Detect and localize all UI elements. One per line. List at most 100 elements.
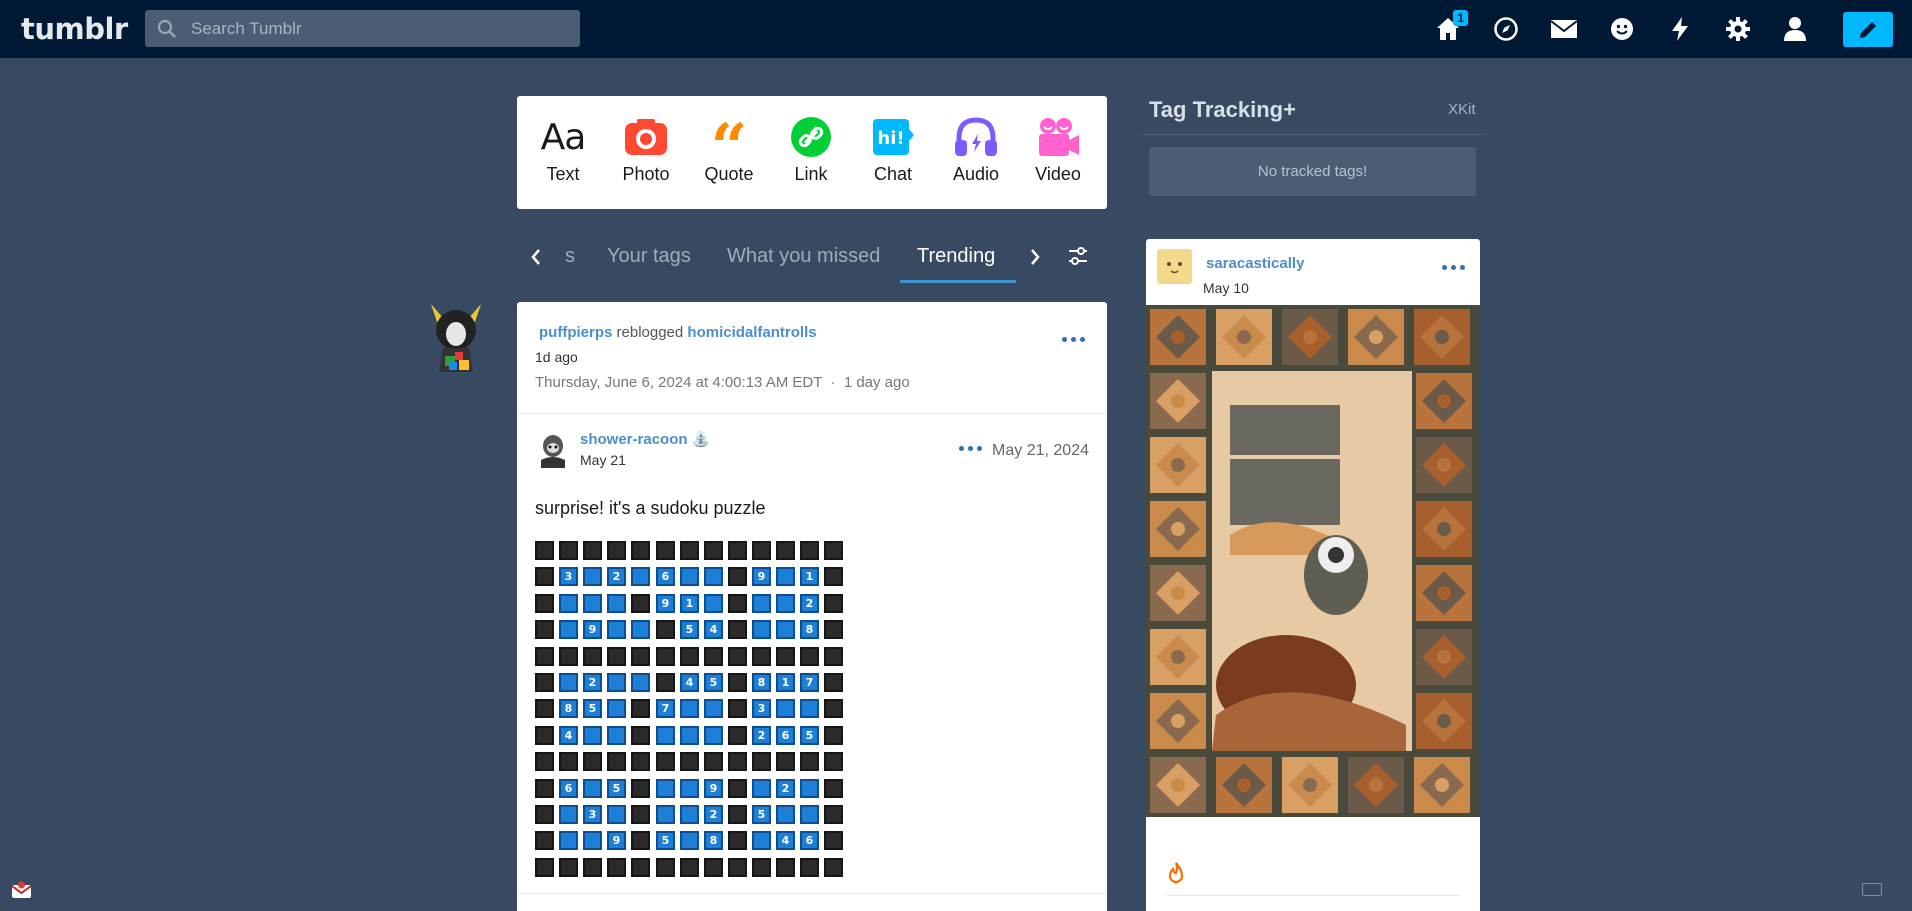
account-button[interactable] — [1779, 13, 1811, 45]
sudoku-cell: 5 — [656, 831, 675, 850]
sudoku-cell: 5 — [583, 699, 602, 718]
sub-post-options-button[interactable] — [959, 446, 982, 451]
sudoku-cell — [607, 647, 626, 666]
post-type-label: Text — [546, 164, 580, 184]
quilt-illustration[interactable] — [1146, 305, 1480, 817]
sudoku-cell — [607, 620, 626, 639]
sudoku-cell — [728, 673, 747, 692]
sudoku-cell — [680, 752, 699, 771]
sudoku-cell — [656, 752, 675, 771]
dot — [1080, 337, 1085, 342]
sidebar-divider — [1140, 134, 1485, 135]
post-type-link[interactable]: Link — [776, 116, 846, 185]
sub-post-blog-name[interactable]: shower-racoon ⛲ — [580, 430, 710, 448]
settings-button[interactable] — [1722, 13, 1754, 45]
text-icon: Aa — [540, 116, 587, 158]
sudoku-cell — [607, 752, 626, 771]
xkit-label[interactable]: XKit — [1448, 101, 1476, 118]
chevron-left-icon[interactable] — [529, 247, 543, 267]
sudoku-cell: 3 — [752, 699, 771, 718]
sudoku-cell: 3 — [583, 805, 602, 824]
tab-what-you-missed[interactable]: What you missed — [727, 245, 880, 268]
tumblr-logo[interactable]: tumblr — [21, 12, 128, 46]
sudoku-cell — [776, 620, 795, 639]
link-icon — [791, 117, 831, 157]
sudoku-cell: 1 — [680, 594, 699, 613]
sudoku-cell — [824, 726, 843, 745]
sudoku-cell — [824, 805, 843, 824]
post-body-text: surprise! it's a sudoku puzzle — [535, 498, 766, 518]
sudoku-cell: 9 — [607, 831, 626, 850]
post-options-button[interactable] — [1062, 337, 1085, 342]
sudoku-cell — [559, 647, 578, 666]
sudoku-cell — [824, 752, 843, 771]
sudoku-cell: 6 — [559, 779, 578, 798]
dot — [977, 446, 982, 451]
sudoku-cell — [752, 858, 771, 877]
tab-partial[interactable]: s — [565, 245, 575, 268]
sudoku-cell — [535, 699, 554, 718]
sidebar-post-options-button[interactable] — [1442, 265, 1465, 270]
reblogger-link[interactable]: puffpierps — [539, 324, 612, 341]
tag-tracking-title: Tag Tracking+ — [1149, 97, 1296, 122]
sudoku-cell — [631, 567, 650, 586]
sub-post-avatar[interactable] — [535, 430, 569, 468]
sudoku-cell — [607, 805, 626, 824]
sudoku-cell — [800, 805, 819, 824]
sudoku-cell — [752, 831, 771, 850]
search-input[interactable] — [191, 10, 571, 47]
flame-icon[interactable] — [1166, 861, 1186, 885]
sudoku-cell — [535, 567, 554, 586]
tab-your-tags[interactable]: Your tags — [607, 245, 691, 268]
chevron-right-icon[interactable] — [1028, 247, 1042, 267]
messaging-button[interactable] — [1606, 13, 1638, 45]
blog-badge-icon: ⛲ — [691, 431, 711, 448]
original-blog-link[interactable]: homicidalfantrolls — [687, 324, 816, 341]
gear-icon — [1726, 17, 1750, 41]
mail-alert-icon[interactable] — [11, 881, 32, 899]
activity-button[interactable] — [1664, 13, 1696, 45]
sudoku-cell — [680, 805, 699, 824]
sudoku-cell — [607, 858, 626, 877]
post-type-quote[interactable]: “ Quote — [694, 116, 764, 185]
sudoku-cell — [728, 567, 747, 586]
post-type-photo[interactable]: Photo — [611, 116, 681, 185]
sudoku-cell — [631, 594, 650, 613]
sudoku-cell — [824, 699, 843, 718]
home-button[interactable]: 1 — [1432, 10, 1468, 45]
sudoku-cell — [728, 858, 747, 877]
compose-button[interactable] — [1843, 12, 1893, 47]
post-type-audio[interactable]: Audio — [941, 116, 1011, 185]
sudoku-cell — [680, 831, 699, 850]
post-type-video[interactable]: Video — [1023, 116, 1093, 185]
sub-post-date: May 21 — [580, 452, 626, 468]
post-type-text[interactable]: Aa Text — [528, 116, 598, 185]
sudoku-cell: 4 — [559, 726, 578, 745]
keyboard-icon[interactable] — [1862, 883, 1882, 896]
post-type-bar: Aa Text Photo “ Quote Link hi! Chat Audi… — [517, 96, 1107, 209]
post-type-chat[interactable]: hi! Chat — [858, 116, 928, 185]
pencil-icon — [1860, 21, 1876, 38]
search-box[interactable] — [145, 10, 580, 47]
explore-button[interactable] — [1490, 13, 1522, 45]
sudoku-cell — [752, 594, 771, 613]
sudoku-cell — [559, 673, 578, 692]
sidebar-post-avatar[interactable] — [1157, 249, 1192, 284]
sudoku-cell — [776, 594, 795, 613]
sub-post-blog-name-text: shower-racoon — [580, 431, 688, 448]
inbox-button[interactable] — [1548, 13, 1580, 45]
blog-avatar[interactable] — [423, 300, 489, 372]
sudoku-cell: 2 — [752, 726, 771, 745]
sudoku-cell — [728, 726, 747, 745]
sudoku-cell — [631, 752, 650, 771]
divider — [517, 893, 1107, 894]
sudoku-cell — [583, 779, 602, 798]
sudoku-cell — [559, 858, 578, 877]
sudoku-cell: 6 — [776, 726, 795, 745]
sliders-icon[interactable] — [1067, 245, 1089, 267]
tab-trending[interactable]: Trending — [917, 245, 995, 268]
sidebar-post-blog-name[interactable]: saracastically — [1206, 255, 1304, 272]
sudoku-cell: 6 — [800, 831, 819, 850]
sudoku-cell — [680, 858, 699, 877]
sudoku-cell — [752, 620, 771, 639]
